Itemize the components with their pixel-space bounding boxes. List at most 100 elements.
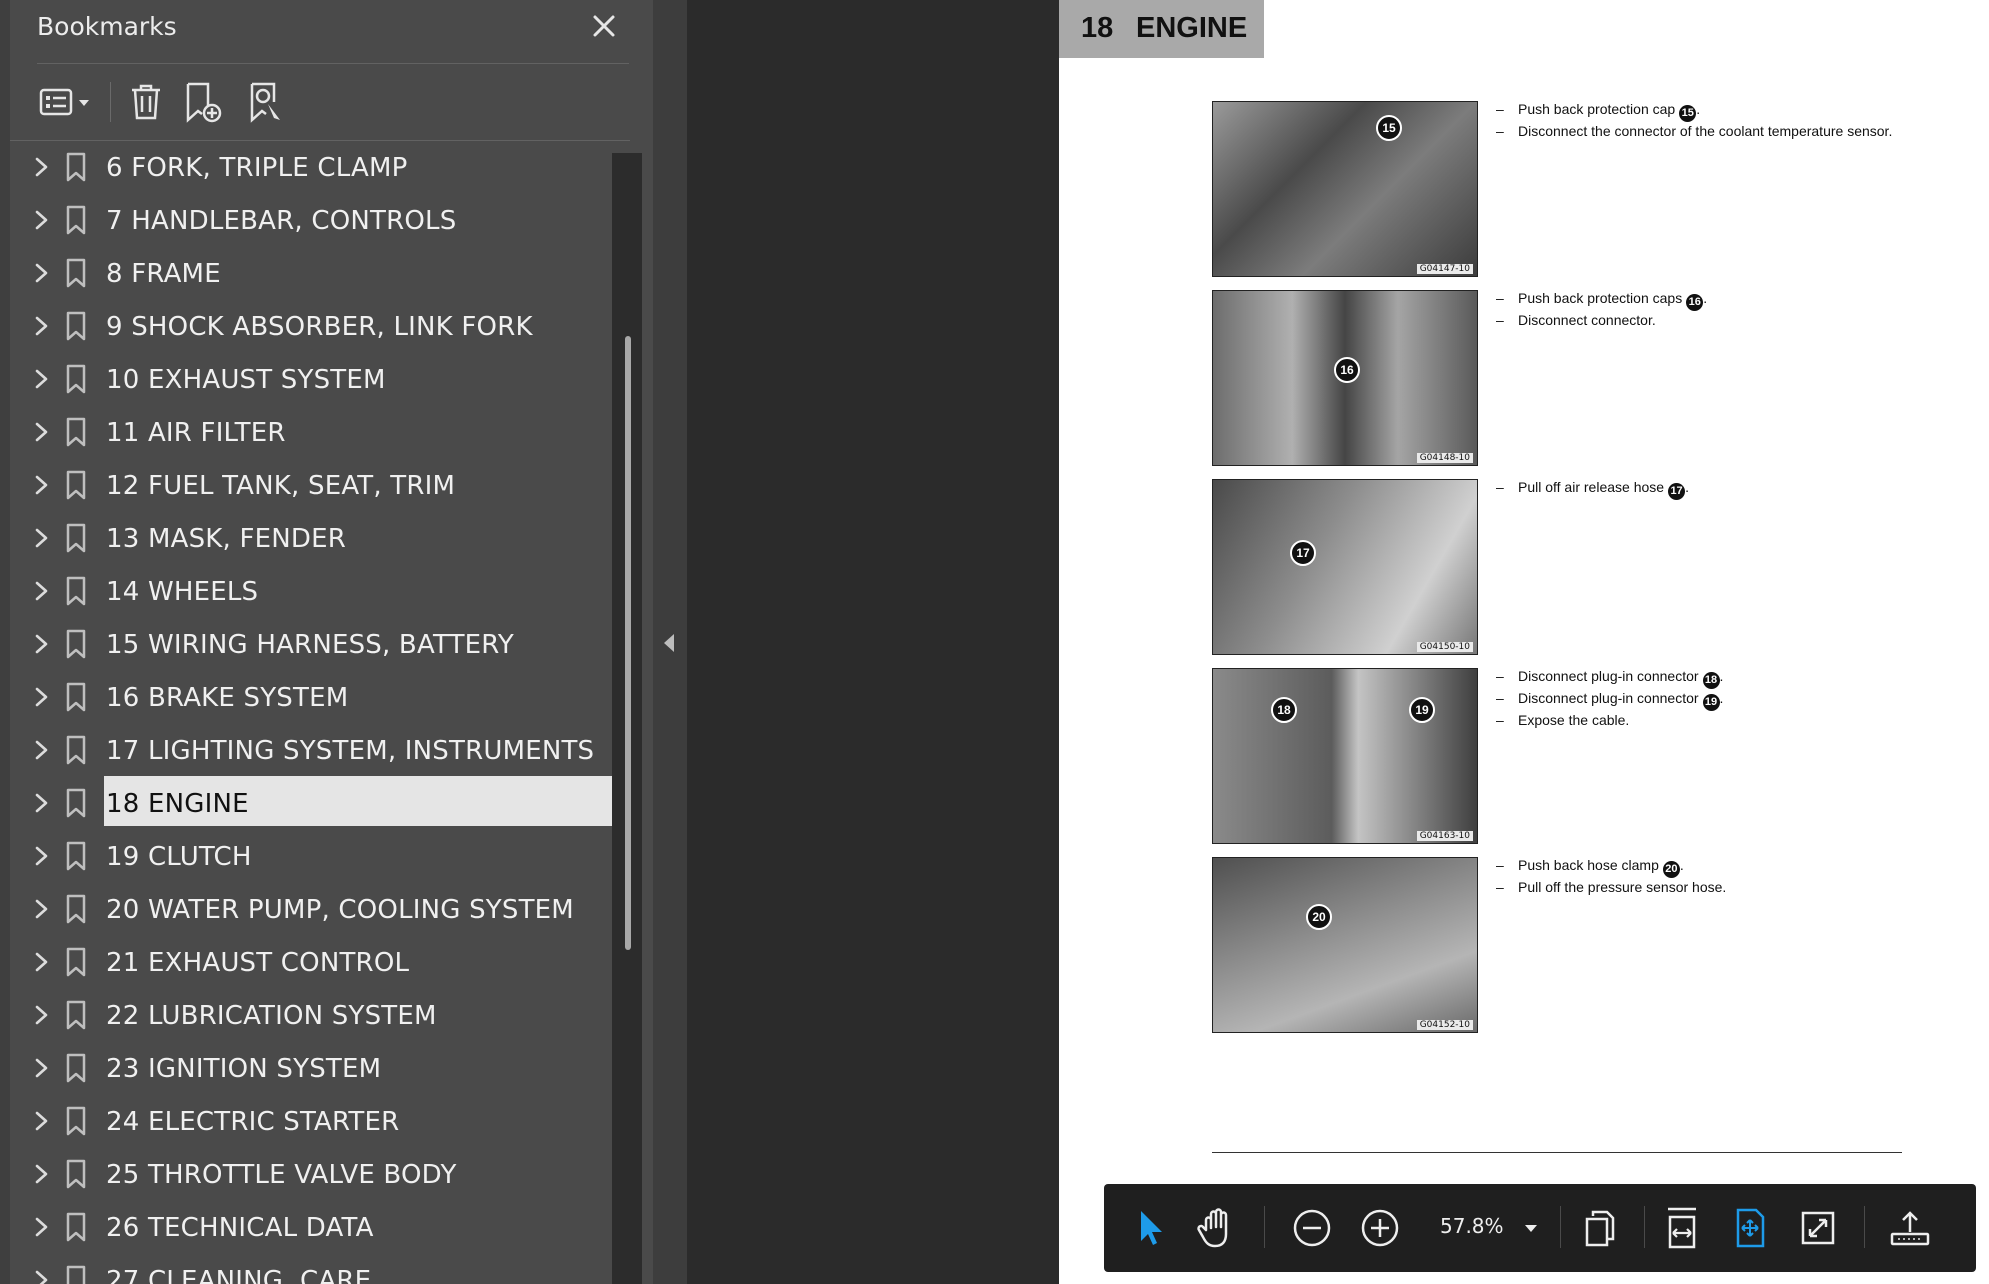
- bookmark-item[interactable]: 8 FRAME: [0, 247, 612, 300]
- chevron-right-icon[interactable]: [30, 1268, 52, 1284]
- chevron-right-icon[interactable]: [30, 579, 52, 603]
- chevron-right-icon[interactable]: [30, 685, 52, 709]
- bookmark-item[interactable]: 11 AIR FILTER: [0, 406, 612, 459]
- search-bookmark-button[interactable]: [242, 76, 290, 128]
- bookmark-label: 9 SHOCK ABSORBER, LINK FORK: [106, 312, 533, 342]
- bookmark-icon: [64, 311, 88, 341]
- figure-callout: 15: [1376, 115, 1402, 141]
- fit-width-button[interactable]: [1656, 1202, 1708, 1254]
- bookmark-label: 6 FORK, TRIPLE CLAMP: [106, 153, 408, 183]
- figure-photo: G04148-10 16: [1212, 290, 1478, 466]
- zoom-in-icon: [1361, 1209, 1399, 1247]
- bookmark-item[interactable]: 22 LUBRICATION SYSTEM: [0, 989, 612, 1042]
- chevron-right-icon[interactable]: [30, 261, 52, 285]
- bookmark-item[interactable]: 26 TECHNICAL DATA: [0, 1201, 612, 1254]
- bookmark-item[interactable]: 27 CLEANING, CARE: [0, 1254, 612, 1284]
- bookmark-icon: [64, 364, 88, 394]
- bookmark-item[interactable]: 25 THROTTLE VALVE BODY: [0, 1148, 612, 1201]
- bookmark-item[interactable]: 13 MASK, FENDER: [0, 512, 612, 565]
- bookmark-item[interactable]: 19 CLUTCH: [0, 830, 612, 883]
- bookmark-label: 19 CLUTCH: [106, 842, 252, 872]
- reference-badge: 18: [1702, 671, 1720, 689]
- zoom-out-button[interactable]: [1286, 1202, 1338, 1254]
- bookmark-item[interactable]: 10 EXHAUST SYSTEM: [0, 353, 612, 406]
- bookmark-item[interactable]: 23 IGNITION SYSTEM: [0, 1042, 612, 1095]
- share-button[interactable]: [1884, 1202, 1936, 1254]
- bookmark-icon: [64, 523, 88, 553]
- bookmark-list: 6 FORK, TRIPLE CLAMP 7 HANDLEBAR, CONTROL…: [0, 141, 612, 1284]
- delete-bookmark-button[interactable]: [122, 76, 170, 128]
- collapse-panel-icon[interactable]: [662, 633, 676, 653]
- step-dash: –: [1496, 690, 1504, 706]
- chevron-right-icon[interactable]: [30, 1162, 52, 1186]
- fit-width-icon: [1668, 1207, 1696, 1249]
- toolbar-separator: [110, 82, 111, 122]
- bookmark-item[interactable]: 17 LIGHTING SYSTEM, INSTRUMENTS: [0, 724, 612, 777]
- figure-photo: G04150-10 17: [1212, 479, 1478, 655]
- bookmark-icon: [64, 417, 88, 447]
- bookmarks-panel: Bookmarks 6 FORK, TRIPLE CLAMP 7 HANDLEB…: [0, 0, 653, 1284]
- page-view-button[interactable]: [1574, 1202, 1626, 1254]
- bookmark-label: 26 TECHNICAL DATA: [106, 1213, 374, 1243]
- scrollbar-thumb[interactable]: [625, 336, 631, 950]
- step-dash: –: [1496, 712, 1504, 728]
- footer-rule: [1212, 1152, 1902, 1153]
- bookmark-item[interactable]: 14 WHEELS: [0, 565, 612, 618]
- chevron-right-icon[interactable]: [30, 738, 52, 762]
- reference-badge: 17: [1668, 482, 1686, 500]
- chevron-right-icon[interactable]: [30, 1215, 52, 1239]
- bookmark-label: 25 THROTTLE VALVE BODY: [106, 1160, 457, 1190]
- bookmark-item[interactable]: 9 SHOCK ABSORBER, LINK FORK: [0, 300, 612, 353]
- chevron-right-icon[interactable]: [30, 526, 52, 550]
- figure-callout: 16: [1334, 357, 1360, 383]
- reference-badge: 20: [1662, 860, 1680, 878]
- figure-callout: 20: [1306, 904, 1332, 930]
- hand-tool-button[interactable]: [1192, 1202, 1244, 1254]
- close-icon[interactable]: [588, 10, 620, 42]
- chevron-right-icon[interactable]: [30, 950, 52, 974]
- bookmark-icon: [64, 788, 88, 818]
- bookmark-item[interactable]: 21 EXHAUST CONTROL: [0, 936, 612, 989]
- chevron-right-icon[interactable]: [30, 367, 52, 391]
- list-view-button[interactable]: [34, 76, 94, 128]
- zoom-level[interactable]: 57.8%: [1440, 1214, 1504, 1238]
- step-text: Expose the cable.: [1518, 712, 1630, 728]
- title-divider: [37, 63, 629, 64]
- bookmark-icon: [64, 258, 88, 288]
- fit-page-button[interactable]: [1724, 1202, 1776, 1254]
- bookmark-icon: [64, 470, 88, 500]
- figure-code: G04152-10: [1416, 1020, 1473, 1030]
- bookmark-label: 22 LUBRICATION SYSTEM: [106, 1001, 437, 1031]
- bookmark-label: 15 WIRING HARNESS, BATTERY: [106, 630, 514, 660]
- chevron-right-icon[interactable]: [30, 844, 52, 868]
- bookmark-item[interactable]: 6 FORK, TRIPLE CLAMP: [0, 141, 612, 194]
- chevron-right-icon[interactable]: [30, 208, 52, 232]
- add-bookmark-button[interactable]: [178, 76, 226, 128]
- step-punct: .: [1719, 690, 1724, 706]
- bookmark-item[interactable]: 7 HANDLEBAR, CONTROLS: [0, 194, 612, 247]
- chevron-right-icon[interactable]: [30, 1109, 52, 1133]
- figure-code: G04147-10: [1416, 264, 1473, 274]
- bookmark-item[interactable]: 18 ENGINE: [0, 776, 612, 830]
- bookmark-item[interactable]: 24 ELECTRIC STARTER: [0, 1095, 612, 1148]
- share-icon: [1890, 1211, 1930, 1246]
- chevron-right-icon[interactable]: [30, 897, 52, 921]
- chevron-right-icon[interactable]: [30, 1056, 52, 1080]
- bookmark-item[interactable]: 12 FUEL TANK, SEAT, TRIM: [0, 459, 612, 512]
- bookmark-item[interactable]: 20 WATER PUMP, COOLING SYSTEM: [0, 883, 612, 936]
- chevron-right-icon[interactable]: [30, 791, 52, 815]
- chevron-right-icon[interactable]: [30, 155, 52, 179]
- zoom-dropdown-button[interactable]: [1516, 1202, 1546, 1254]
- chevron-right-icon[interactable]: [30, 420, 52, 444]
- chevron-right-icon[interactable]: [30, 632, 52, 656]
- fullscreen-button[interactable]: [1792, 1202, 1844, 1254]
- chevron-right-icon[interactable]: [30, 314, 52, 338]
- bookmark-item[interactable]: 16 BRAKE SYSTEM: [0, 671, 612, 724]
- zoom-in-button[interactable]: [1354, 1202, 1406, 1254]
- bookmark-icon: [64, 894, 88, 924]
- chevron-right-icon[interactable]: [30, 473, 52, 497]
- chevron-right-icon[interactable]: [30, 1003, 52, 1027]
- bookmark-icon: [64, 947, 88, 977]
- bookmark-item[interactable]: 15 WIRING HARNESS, BATTERY: [0, 618, 612, 671]
- select-tool-button[interactable]: [1124, 1202, 1176, 1254]
